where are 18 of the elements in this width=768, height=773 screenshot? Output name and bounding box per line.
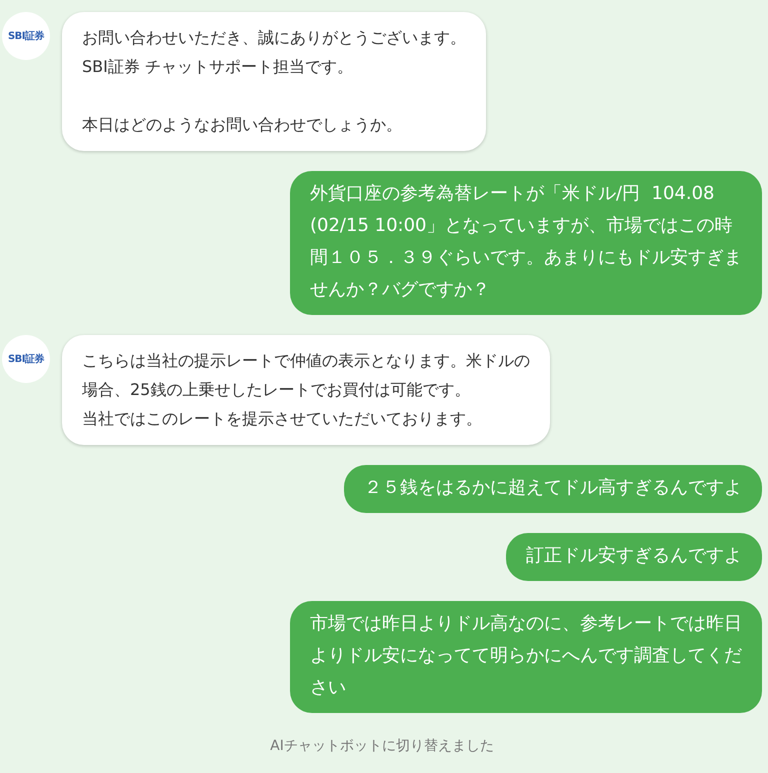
message-line: 場合、25銭の上乗せしたレートでお買付は可能です。 (82, 379, 470, 401)
message-line: お問い合わせいただき、誠にありがとうございます。 (82, 27, 466, 49)
message-line: 訂正ドル安すぎるんですよ (526, 544, 742, 568)
message-line: 本日はどのようなお問い合わせでしょうか。 (82, 114, 402, 136)
message-line: 外貨口座の参考為替レートが「米ドル/円 104.08 (310, 182, 714, 206)
system-notice: AIチャットボットに切り替えました (269, 737, 495, 755)
message-line: SBI証券 チャットサポート担当です。 (82, 56, 353, 78)
message-line: よりドル安になってて明らかにへんです調査してくだ (310, 644, 742, 668)
message-line: 当社ではこのレートを提示させていただいております。 (82, 408, 482, 430)
avatar-logo: SBI証券 (2, 335, 50, 383)
message-line: 間１０５．３９ぐらいです。あまりにもドル安すぎま (310, 246, 742, 270)
message-line: 市場では昨日よりドル高なのに、参考レートでは昨日 (310, 612, 742, 636)
message-line: (02/15 10:00」となっていますが、市場ではこの時 (310, 214, 732, 238)
message-line: こちらは当社の提示レートで仲値の表示となります。米ドルの (82, 350, 530, 372)
message-line: せんか？バグですか？ (310, 278, 490, 302)
message-line: ２５銭をはるかに超えてドル高すぎるんですよ (364, 476, 742, 500)
message-line: さい (310, 676, 346, 700)
avatar-logo: SBI証券 (2, 12, 50, 60)
